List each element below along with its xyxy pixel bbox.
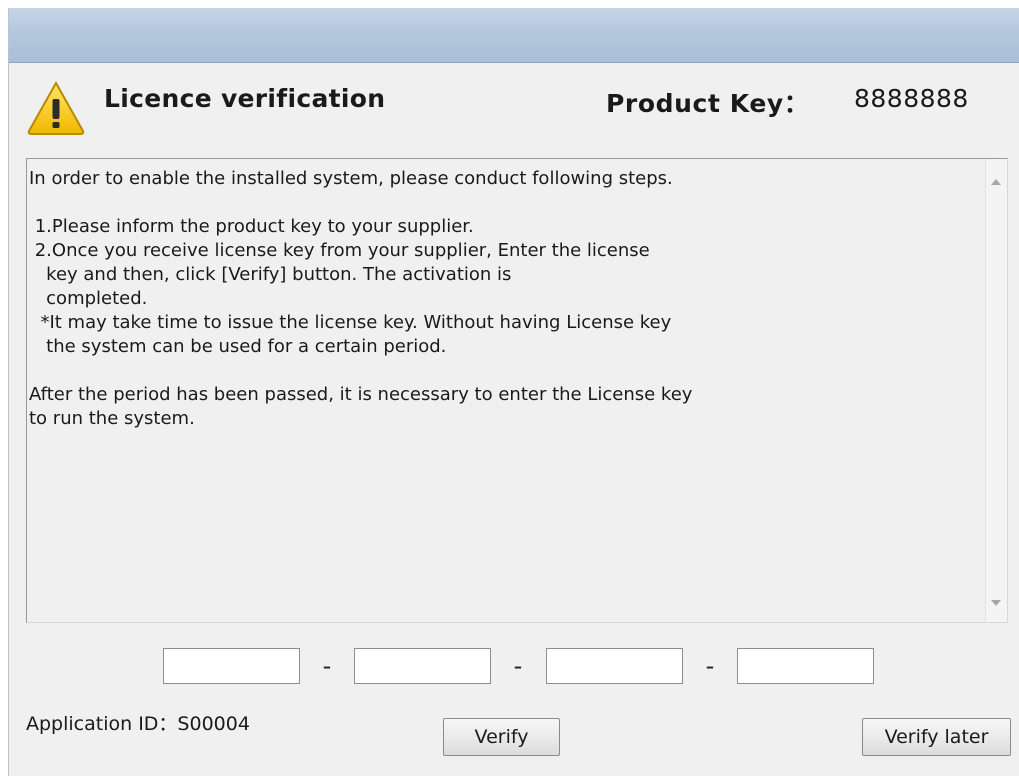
license-key-field-1[interactable] (163, 648, 300, 684)
instructions-text: In order to enable the installed system,… (29, 168, 693, 429)
scroll-down-arrow-icon[interactable] (991, 600, 1001, 606)
license-key-field-4[interactable] (737, 648, 874, 684)
vertical-scrollbar[interactable] (985, 159, 1007, 622)
scroll-up-arrow-icon[interactable] (991, 179, 1001, 185)
dialog-title: Licence verification (104, 84, 386, 113)
title-bar[interactable] (9, 8, 1019, 63)
key-separator: - (705, 652, 715, 680)
license-key-field-2[interactable] (354, 648, 491, 684)
key-separator: - (513, 652, 523, 680)
verify-button[interactable]: Verify (443, 718, 560, 756)
key-separator: - (322, 652, 332, 680)
verify-later-button[interactable]: Verify later (862, 718, 1011, 756)
product-key-value: 8888888 (854, 84, 969, 113)
warning-icon (27, 80, 85, 135)
instructions-textbox[interactable]: In order to enable the installed system,… (26, 158, 1008, 623)
product-key-label: Product Key： (606, 89, 810, 118)
license-key-field-3[interactable] (546, 648, 683, 684)
application-id-label: Application ID：S00004 (26, 713, 250, 735)
